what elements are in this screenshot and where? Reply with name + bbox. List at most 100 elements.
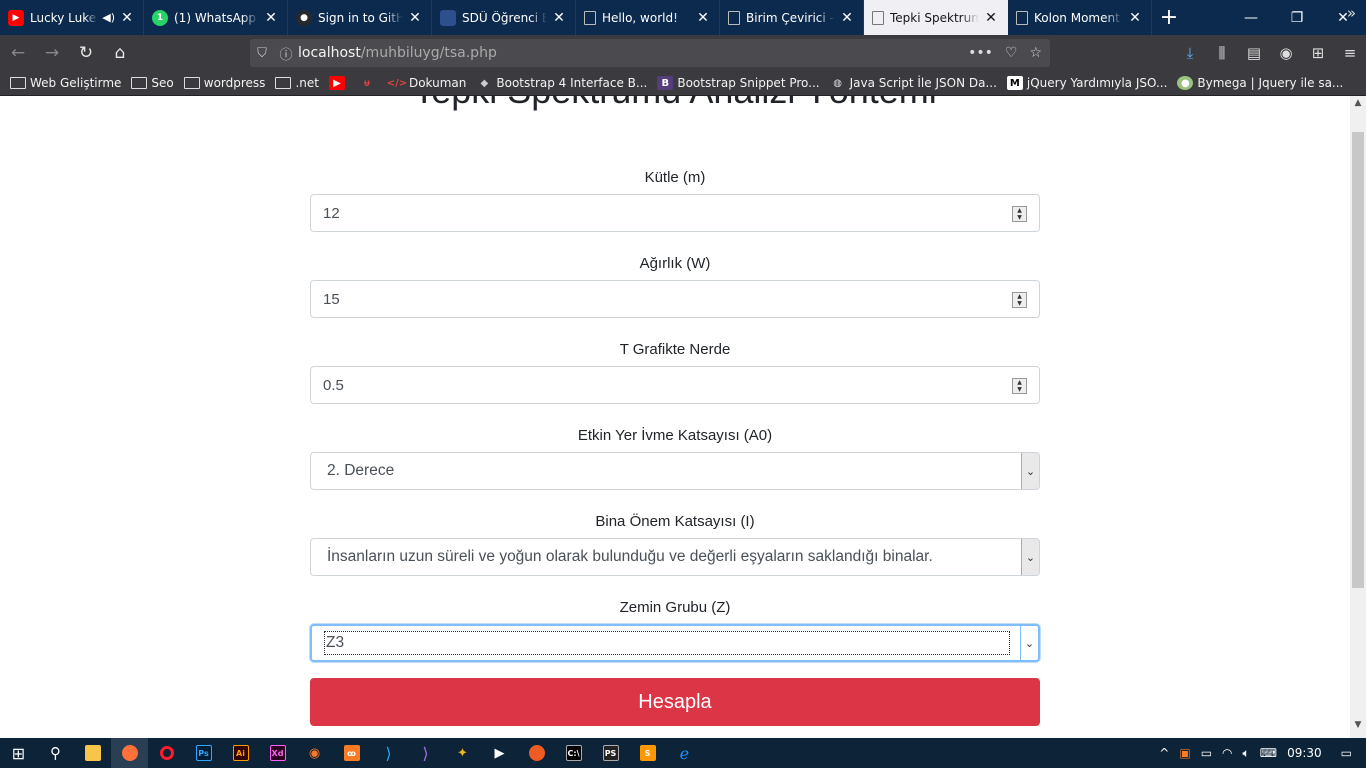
soil-select[interactable]: Z3 ⌄ bbox=[310, 624, 1040, 662]
restore-icon[interactable]: ❐ bbox=[1274, 0, 1320, 35]
account-icon[interactable]: ◉ bbox=[1270, 44, 1302, 62]
powershell-icon[interactable]: PS bbox=[592, 738, 629, 768]
xampp-tray-icon[interactable]: ▣ bbox=[1174, 746, 1195, 760]
browser-tab[interactable]: SDÜ Öğrenci Bilgi Sistemi ✕ bbox=[432, 0, 576, 35]
close-tab-icon[interactable]: ✕ bbox=[1127, 10, 1143, 26]
sidebar-icon[interactable]: ▤ bbox=[1238, 44, 1270, 62]
notifications-icon[interactable]: ▭ bbox=[1327, 746, 1366, 760]
bookmark-item[interactable]: ● Bymega | Jquery ile sa... bbox=[1177, 76, 1343, 90]
star-icon[interactable]: ☆ bbox=[1029, 45, 1042, 61]
chevron-down-icon[interactable]: ⌄ bbox=[1020, 626, 1038, 660]
weight-label: Ağırlık (W) bbox=[639, 255, 711, 272]
file-explorer-icon[interactable] bbox=[74, 738, 111, 768]
download-icon[interactable]: ⤓ bbox=[1174, 44, 1206, 62]
search-icon[interactable]: ⚲ bbox=[37, 738, 74, 768]
bookmark-item[interactable]: wordpress bbox=[183, 76, 265, 90]
t-stepper[interactable]: ▲ ▼ bbox=[1012, 378, 1027, 394]
close-tab-icon[interactable]: ✕ bbox=[695, 10, 711, 26]
bookmark-item[interactable]: .net bbox=[275, 76, 319, 90]
battery-icon[interactable]: ▭ bbox=[1196, 746, 1217, 760]
page-actions-icon[interactable]: ••• bbox=[968, 45, 993, 61]
bookmark-label: Bootstrap Snippet Pro... bbox=[677, 76, 820, 90]
home-icon[interactable]: ⌂ bbox=[104, 37, 136, 69]
reload-icon[interactable]: ↻ bbox=[70, 37, 102, 69]
chevron-right-icon[interactable]: » bbox=[1347, 4, 1356, 22]
browser-tab[interactable]: Hello, world! ✕ bbox=[576, 0, 720, 35]
back-icon[interactable]: ← bbox=[2, 37, 34, 69]
sublime-icon[interactable]: S bbox=[629, 738, 666, 768]
vscode-icon[interactable]: ⟩ bbox=[370, 738, 407, 768]
mass-stepper[interactable]: ▲ ▼ bbox=[1012, 206, 1027, 222]
weight-stepper[interactable]: ▲ ▼ bbox=[1012, 292, 1027, 308]
close-tab-icon[interactable]: ✕ bbox=[407, 10, 423, 26]
address-bar[interactable]: ⛉ ⓘ localhost/muhbiluyg/tsa.php ••• ♡ ☆ bbox=[250, 39, 1050, 67]
browser-tab[interactable]: ▶ Lucky Luke ◀) ✕ bbox=[0, 0, 144, 35]
wifi-icon[interactable]: ◠ bbox=[1217, 746, 1237, 760]
a0-select[interactable]: 2. Derece ⌄ bbox=[310, 452, 1040, 490]
weight-input[interactable]: 15 ▲ ▼ bbox=[310, 280, 1040, 318]
opera-icon[interactable] bbox=[148, 738, 185, 768]
app-icon[interactable]: ✦ bbox=[444, 738, 481, 768]
t-input[interactable]: 0.5 ▲ ▼ bbox=[310, 366, 1040, 404]
browser-tab[interactable]: Tepki Spektrumu Analizi ✕ bbox=[864, 0, 1008, 35]
mass-input[interactable]: 12 ▲ ▼ bbox=[310, 194, 1040, 232]
browser-tab[interactable]: ● Sign in to GitHub ✕ bbox=[288, 0, 432, 35]
submit-button[interactable]: Hesapla bbox=[310, 678, 1040, 726]
edge-icon[interactable]: ℯ bbox=[666, 738, 703, 768]
bookmark-item[interactable]: ᵾ bbox=[359, 76, 379, 90]
postman-icon[interactable] bbox=[518, 738, 555, 768]
page-scrollbar[interactable]: ▲ ▼ bbox=[1350, 96, 1366, 738]
close-tab-icon[interactable]: ✕ bbox=[119, 10, 135, 26]
visual-studio-icon[interactable]: ⟩ bbox=[407, 738, 444, 768]
windows-start-icon[interactable]: ⊞ bbox=[0, 738, 37, 768]
close-tab-icon[interactable]: ✕ bbox=[983, 10, 999, 26]
photoshop-icon[interactable]: Ps bbox=[185, 738, 222, 768]
extensions-icon[interactable]: ⊞ bbox=[1302, 44, 1334, 62]
scroll-down-icon[interactable]: ▼ bbox=[1350, 720, 1366, 736]
speaker-icon[interactable]: ◀) bbox=[102, 11, 115, 24]
bookmark-item[interactable]: ▶ bbox=[328, 76, 349, 90]
clock[interactable]: 09:30 bbox=[1282, 746, 1327, 760]
close-tab-icon[interactable]: ✕ bbox=[551, 10, 567, 26]
close-tab-icon[interactable]: ✕ bbox=[839, 10, 855, 26]
xd-icon[interactable]: Xd bbox=[259, 738, 296, 768]
importance-select[interactable]: İnsanların uzun süreli ve yoğun olarak b… bbox=[310, 538, 1040, 576]
keyboard-icon[interactable]: ⌨ bbox=[1255, 746, 1282, 760]
info-icon[interactable]: ⓘ bbox=[274, 44, 298, 63]
chevron-up-icon[interactable]: ^ bbox=[1154, 746, 1174, 760]
bookmark-item[interactable]: Web Geliştirme bbox=[10, 76, 121, 90]
bookmark-item[interactable]: ◍ Java Script İle JSON Da... bbox=[830, 76, 997, 90]
bookmark-item[interactable]: ◆ Bootstrap 4 Interface B... bbox=[476, 76, 648, 90]
browser-tab[interactable]: Birim Çevirici - Kuvvet ✕ bbox=[720, 0, 864, 35]
close-tab-icon[interactable]: ✕ bbox=[263, 10, 279, 26]
chevron-down-icon[interactable]: ⌄ bbox=[1021, 453, 1039, 489]
folder-icon bbox=[183, 76, 200, 90]
forward-icon[interactable]: → bbox=[36, 37, 68, 69]
scroll-thumb[interactable] bbox=[1352, 132, 1364, 588]
browser-tab[interactable]: 1 (1) WhatsApp ✕ bbox=[144, 0, 288, 35]
blender-icon[interactable]: ◉ bbox=[296, 738, 333, 768]
scroll-up-icon[interactable]: ▲ bbox=[1350, 98, 1366, 114]
chevron-down-icon[interactable]: ⌄ bbox=[1021, 539, 1039, 575]
illustrator-icon[interactable]: Ai bbox=[222, 738, 259, 768]
terminal-icon[interactable]: ▶ bbox=[481, 738, 518, 768]
bookmark-item[interactable]: MjQuery Yardımıyla JSO... bbox=[1006, 76, 1167, 90]
bookmark-label: Bymega | Jquery ile sa... bbox=[1197, 76, 1344, 90]
new-tab-icon[interactable]: + bbox=[1152, 0, 1186, 35]
shield-icon[interactable]: ⛉ bbox=[250, 46, 274, 61]
minimize-icon[interactable]: — bbox=[1228, 0, 1274, 35]
volume-icon[interactable]: 🔈︎ bbox=[1238, 746, 1255, 761]
youtube-icon: ▶ bbox=[8, 9, 24, 26]
menu-icon[interactable]: ≡ bbox=[1334, 44, 1366, 62]
close-window-icon[interactable]: ✕ bbox=[1320, 0, 1366, 35]
bookmark-item[interactable]: </> Dokuman bbox=[387, 76, 467, 90]
bookmark-item[interactable]: Seo bbox=[131, 76, 174, 90]
cmd-icon[interactable]: C:\ bbox=[555, 738, 592, 768]
bookmark-item[interactable]: B Bootstrap Snippet Pro... bbox=[657, 76, 820, 90]
firefox-icon[interactable] bbox=[111, 738, 148, 768]
library-icon[interactable]: ⫼ bbox=[1206, 44, 1238, 62]
xampp-icon[interactable]: ꝏ bbox=[333, 738, 370, 768]
pocket-icon[interactable]: ♡ bbox=[1005, 45, 1018, 61]
page-icon bbox=[440, 9, 456, 26]
browser-tab[interactable]: Kolon Moment Hesabı ✕ bbox=[1008, 0, 1152, 35]
